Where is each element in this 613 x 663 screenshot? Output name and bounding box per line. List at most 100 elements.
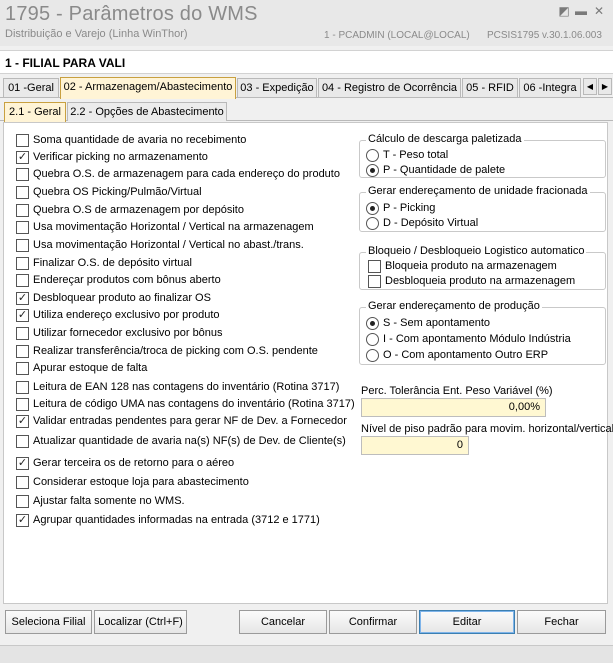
checkbox-label: Gerar terceira os de retorno para o aére… bbox=[33, 457, 235, 469]
radio-label: T - Peso total bbox=[383, 149, 449, 161]
checkbox-box[interactable] bbox=[16, 274, 29, 287]
radio-dot[interactable] bbox=[366, 333, 379, 346]
tab-geral[interactable]: 01 -Geral bbox=[3, 78, 59, 97]
radio-dot[interactable] bbox=[366, 164, 379, 177]
checkbox-label: Usa movimentação Horizontal / Vertical n… bbox=[33, 239, 304, 251]
close-icon[interactable]: ✕ bbox=[592, 4, 606, 18]
checkbox-box[interactable]: ✓ bbox=[16, 309, 29, 322]
radio-label: P - Quantidade de palete bbox=[383, 164, 506, 176]
version-info: PCSIS1795 v.30.1.06.003 bbox=[487, 30, 602, 41]
radio-dot[interactable] bbox=[366, 149, 379, 162]
chevron-right-icon[interactable]: ▶ bbox=[598, 78, 612, 95]
checkbox-box[interactable]: ✓ bbox=[16, 457, 29, 470]
filial-label: 1 - FILIAL PARA VALI bbox=[5, 56, 126, 70]
checkbox-box[interactable] bbox=[16, 476, 29, 489]
group-title: Gerar endereçamento de produção bbox=[366, 300, 542, 312]
radio-label: O - Com apontamento Outro ERP bbox=[383, 349, 549, 361]
group-title: Bloqueio / Desbloqueio Logistico automat… bbox=[366, 245, 587, 257]
checkbox-label: Agrupar quantidades informadas na entrad… bbox=[33, 514, 320, 526]
checkbox-label: Quebra O.S de armazenagem por depósito bbox=[33, 204, 244, 216]
close-button[interactable]: Fechar bbox=[517, 610, 606, 634]
radio-dot[interactable] bbox=[366, 202, 379, 215]
tab-armazenagem[interactable]: 02 - Armazenagem/Abastecimento bbox=[60, 77, 236, 99]
checkbox-box[interactable] bbox=[16, 495, 29, 508]
radio-dot[interactable] bbox=[366, 317, 379, 330]
cancel-button[interactable]: Cancelar bbox=[239, 610, 327, 634]
group-bloqueio-logistico: Bloqueio / Desbloqueio Logistico automat… bbox=[359, 245, 606, 290]
checkbox-box[interactable] bbox=[16, 204, 29, 217]
checkbox-box[interactable] bbox=[16, 134, 29, 147]
group-enderecamento-producao: Gerar endereçamento de produção S - Sem … bbox=[359, 300, 606, 365]
checkbox-box[interactable]: ✓ bbox=[16, 514, 29, 527]
checkbox-box[interactable] bbox=[16, 168, 29, 181]
checkbox-label: Verificar picking no armazenamento bbox=[33, 151, 208, 163]
checkbox-label: Apurar estoque de falta bbox=[33, 362, 148, 374]
subtab-opcoes-abastecimento[interactable]: 2.2 - Opções de Abastecimento bbox=[67, 102, 227, 121]
checkbox-box[interactable]: ✓ bbox=[16, 292, 29, 305]
checkbox-label: Leitura de EAN 128 nas contagens do inve… bbox=[33, 381, 340, 393]
checkbox-box[interactable] bbox=[16, 186, 29, 199]
piso-label: Nível de piso padrão para movim. horizon… bbox=[361, 423, 613, 435]
checkbox-label: Desbloquear produto ao finalizar OS bbox=[33, 292, 211, 304]
checkbox-label: Soma quantidade de avaria no recebimento bbox=[33, 134, 247, 146]
radio-label: D - Depósito Virtual bbox=[383, 217, 479, 229]
button-bar: Seleciona Filial Localizar (Ctrl+F) Canc… bbox=[3, 610, 608, 638]
checkbox-box[interactable] bbox=[16, 381, 29, 394]
chevron-left-icon[interactable]: ◀ bbox=[583, 78, 597, 95]
localizar-button[interactable]: Localizar (Ctrl+F) bbox=[94, 610, 187, 634]
checkbox-label: Ajustar falta somente no WMS. bbox=[33, 495, 185, 507]
tab-registro-ocorrencia[interactable]: 04 - Registro de Ocorrência bbox=[318, 78, 461, 97]
confirm-button[interactable]: Confirmar bbox=[329, 610, 417, 634]
main-tabs: 01 -Geral 02 - Armazenagem/Abastecimento… bbox=[0, 77, 613, 99]
checkbox-label: Bloqueia produto na armazenagem bbox=[385, 260, 557, 272]
radio-dot[interactable] bbox=[366, 217, 379, 230]
tab-integra[interactable]: 06 -Integra bbox=[519, 78, 581, 97]
restore-icon[interactable]: ◩ bbox=[557, 4, 571, 18]
checkbox-box[interactable] bbox=[16, 345, 29, 358]
checkbox-box[interactable] bbox=[16, 362, 29, 375]
filial-header: 1 - FILIAL PARA VALI bbox=[0, 50, 613, 74]
radio-label: S - Sem apontamento bbox=[383, 317, 491, 329]
checkbox-box[interactable] bbox=[16, 327, 29, 340]
checkbox-box[interactable]: ✓ bbox=[16, 415, 29, 428]
checkbox-label: Considerar estoque loja para abastecimen… bbox=[33, 476, 249, 488]
checkbox-label: Atualizar quantidade de avaria na(s) NF(… bbox=[33, 435, 346, 447]
checkbox-label: Quebra O.S. de armazenagem para cada end… bbox=[33, 168, 340, 180]
checkbox-label: Finalizar O.S. de depósito virtual bbox=[33, 257, 192, 269]
seleciona-filial-button[interactable]: Seleciona Filial bbox=[5, 610, 92, 634]
checkbox-label: Endereçar produtos com bônus aberto bbox=[33, 274, 221, 286]
checkbox-box[interactable] bbox=[16, 221, 29, 234]
status-bar bbox=[0, 645, 613, 663]
checkbox-label: Leitura de código UMA nas contagens do i… bbox=[33, 398, 355, 410]
checkbox-box[interactable] bbox=[16, 435, 29, 448]
checkbox-label: Quebra OS Picking/Pulmão/Virtual bbox=[33, 186, 202, 198]
edit-button[interactable]: Editar bbox=[419, 610, 515, 634]
checkbox-box[interactable] bbox=[16, 257, 29, 270]
group-unidade-fracionada: Gerar endereçamento de unidade fracionad… bbox=[359, 185, 606, 232]
sub-tabs: 2.1 - Geral 2.2 - Opções de Abasteciment… bbox=[0, 100, 613, 122]
checkbox-box[interactable] bbox=[368, 275, 381, 288]
checkbox-box[interactable] bbox=[16, 398, 29, 411]
checkbox-box[interactable] bbox=[368, 260, 381, 273]
minimize-icon[interactable]: ▬ bbox=[574, 4, 588, 18]
tab-expedicao[interactable]: 03 - Expedição bbox=[237, 78, 317, 97]
tolerancia-label: Perc. Tolerância Ent. Peso Variável (%) bbox=[361, 385, 553, 397]
tolerancia-input[interactable]: 0,00% bbox=[361, 398, 546, 417]
window-title: 1795 - Parâmetros do WMS bbox=[5, 3, 258, 25]
checkbox-label: Realizar transferência/troca de picking … bbox=[33, 345, 318, 357]
checkbox-label: Utilizar fornecedor exclusivo por bônus bbox=[33, 327, 223, 339]
group-descarga-paletizada: Cálculo de descarga paletizada T - Peso … bbox=[359, 133, 606, 178]
checkbox-label: Utiliza endereço exclusivo por produto bbox=[33, 309, 220, 321]
window-subtitle: Distribuição e Varejo (Linha WinThor) bbox=[5, 28, 188, 40]
group-title: Gerar endereçamento de unidade fracionad… bbox=[366, 185, 590, 197]
checkbox-label: Validar entradas pendentes para gerar NF… bbox=[33, 415, 347, 427]
piso-input[interactable]: 0 bbox=[361, 436, 469, 455]
radio-dot[interactable] bbox=[366, 349, 379, 362]
checkbox-box[interactable]: ✓ bbox=[16, 151, 29, 164]
subtab-geral[interactable]: 2.1 - Geral bbox=[4, 102, 66, 122]
checkbox-label: Desbloqueia produto na armazenagem bbox=[385, 275, 576, 287]
content-panel: Soma quantidade de avaria no recebimento… bbox=[3, 122, 613, 604]
checkbox-label: Usa movimentação Horizontal / Vertical n… bbox=[33, 221, 314, 233]
tab-rfid[interactable]: 05 - RFID bbox=[462, 78, 518, 97]
checkbox-box[interactable] bbox=[16, 239, 29, 252]
